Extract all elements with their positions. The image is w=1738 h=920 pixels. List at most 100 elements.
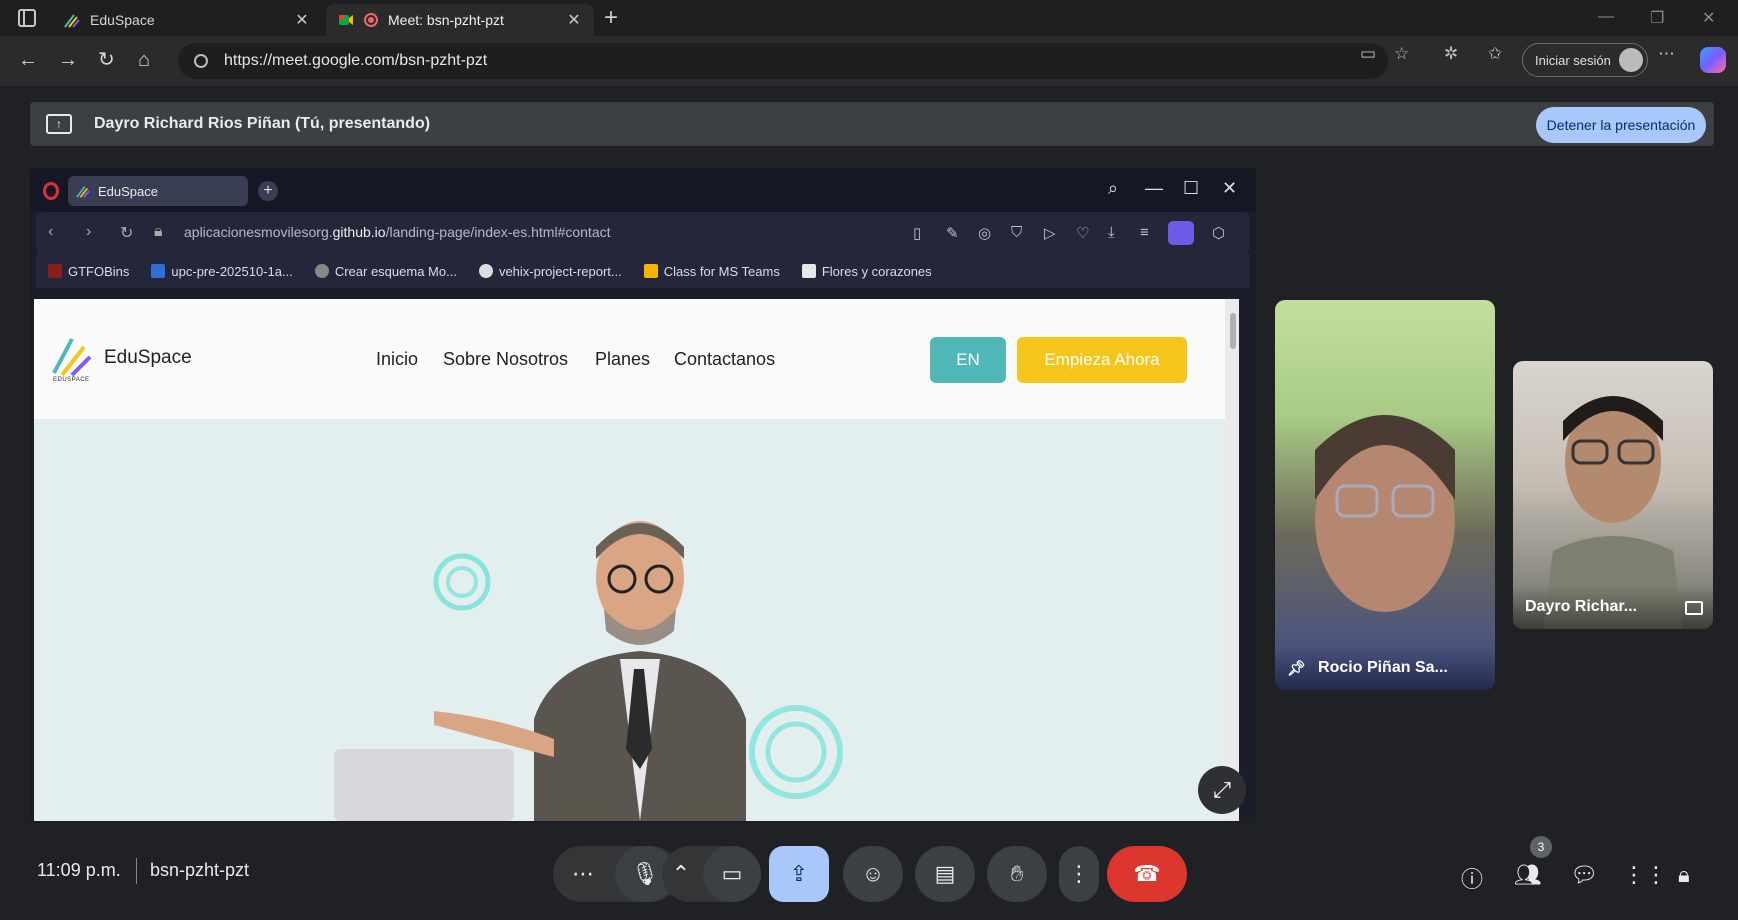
scroll-thumb xyxy=(1230,313,1236,349)
site-header: EDUSPACE EduSpace Inicio Sobre Nosotros … xyxy=(34,299,1239,419)
picture-in-picture-icon[interactable] xyxy=(1685,601,1703,615)
people-icon[interactable]: 👥︎ xyxy=(1514,862,1542,888)
favorites-icon[interactable]: ✩ xyxy=(1488,44,1502,64)
close-window-icon[interactable]: ✕ xyxy=(1702,8,1715,28)
divider xyxy=(136,858,137,884)
url-field[interactable]: https://meet.google.com/bsn-pzht-pzt xyxy=(178,43,1388,79)
bookmark-item: Crear esquema Mo... xyxy=(314,264,457,279)
bookmark-item: upc-pre-202510-1a... xyxy=(151,264,293,279)
tab-title: EduSpace xyxy=(90,12,155,28)
participant-count-badge: 3 xyxy=(1530,836,1552,858)
participant-tile[interactable]: 📌︎ Rocio Piñan Sa... xyxy=(1275,300,1495,690)
opera-search-icon: ⌕ xyxy=(1108,178,1119,198)
copilot-icon[interactable] xyxy=(1700,47,1726,73)
bookmark-item: Class for MS Teams xyxy=(643,264,780,279)
reactions-icon[interactable]: ☺ xyxy=(843,846,903,902)
site-nav-inicio: Inicio xyxy=(376,349,419,369)
opera-extensions-icon: ⬡ xyxy=(1212,225,1226,242)
camera-in-use-icon[interactable]: ▭ xyxy=(1360,44,1376,64)
bookmark-item: GTFOBins xyxy=(48,264,129,279)
participant-video xyxy=(1315,415,1455,612)
sidebar-toggle-icon[interactable] xyxy=(18,9,36,27)
audio-options-icon[interactable]: ⋯ xyxy=(553,846,613,902)
hang-up-button[interactable]: ☎︎ xyxy=(1107,846,1187,902)
folder-icon xyxy=(643,264,658,278)
send-icon: ▷ xyxy=(1044,225,1056,242)
page-scrollbar xyxy=(1225,299,1239,821)
eduspace-logo-icon xyxy=(52,338,92,377)
gtfobins-icon xyxy=(48,264,62,278)
present-screen-icon: ↑ xyxy=(46,114,72,134)
more-options-icon[interactable]: ⋮ xyxy=(1059,846,1099,902)
new-tab-icon[interactable]: + xyxy=(604,4,618,32)
favorite-star-icon[interactable]: ☆ xyxy=(1394,44,1409,64)
back-icon[interactable]: ← xyxy=(18,48,38,72)
meeting-controls-bar: 11:09 p.m. bsn-pzht-pzt ⋯ 🎙︎ ⌃ ▭ ⇪ ☺ ▤ ✋… xyxy=(0,832,1738,920)
more-menu-icon[interactable]: ⋯ xyxy=(1658,44,1675,64)
pin-icon[interactable]: 📌︎ xyxy=(1287,659,1306,677)
openai-icon xyxy=(314,264,329,278)
stop-presenting-button[interactable]: Detener la presentación xyxy=(1536,107,1706,143)
opera-url-text: aplicacionesmovilesorg.github.io/landing… xyxy=(184,224,611,240)
chat-icon[interactable]: 💬︎ xyxy=(1570,862,1598,888)
download-icon: ⤓ xyxy=(1108,224,1115,241)
fullscreen-expand-icon[interactable]: ⤢ xyxy=(1198,766,1246,814)
upc-icon xyxy=(151,264,166,278)
meeting-code: bsn-pzht-pzt xyxy=(150,860,250,880)
snapshot-icon: ◎ xyxy=(978,225,992,242)
github-icon xyxy=(478,264,493,278)
opera-address-bar: ‹ › ↻ 🔒︎ aplicacionesmovilesorg.github.i… xyxy=(36,212,1250,254)
chevron-up-icon[interactable]: ⌃ xyxy=(658,846,704,902)
extensions-icon[interactable]: ✲ xyxy=(1444,44,1458,64)
site-brand: EduSpace xyxy=(104,347,192,368)
opera-back-icon: ‹ xyxy=(48,223,54,240)
start-now-button: Empieza Ahora xyxy=(1017,337,1187,383)
participant-name-bar: 📌︎ Rocio Piñan Sa... xyxy=(1275,646,1495,690)
site-nav-planes: Planes xyxy=(595,349,651,369)
captions-icon[interactable]: ▤ xyxy=(915,846,975,902)
camera-icon[interactable]: ▭ xyxy=(703,846,761,902)
logo-caption: EDUSPACE xyxy=(53,377,90,383)
opera-logo-icon xyxy=(43,182,59,200)
minimize-icon[interactable]: — xyxy=(1598,8,1614,26)
opera-tab-title: EduSpace xyxy=(98,183,158,199)
edit-icon: ✎ xyxy=(946,225,959,242)
eduspace-favicon-icon xyxy=(64,14,80,28)
participant-tile-self[interactable]: Dayro Richar... xyxy=(1513,361,1713,629)
opera-new-tab-icon: + xyxy=(258,181,278,201)
signin-button[interactable]: Iniciar sesión xyxy=(1522,43,1648,77)
tab-meet[interactable]: Meet: bsn-pzht-pzt ✕ xyxy=(326,4,594,36)
bookmarks-bar: GTFOBins upc-pre-202510-1a... Crear esqu… xyxy=(36,254,1250,288)
host-controls-icon[interactable]: 🔒︎ xyxy=(1678,862,1690,888)
meeting-time: 11:09 p.m. xyxy=(37,860,121,880)
address-bar-row: ← → ↻ ⌂ https://meet.google.com/bsn-pzht… xyxy=(0,36,1738,86)
raise-hand-icon[interactable]: ✋︎ xyxy=(987,846,1047,902)
browser-tab-bar: EduSpace ✕ Meet: bsn-pzht-pzt ✕ + — ❐ ✕ xyxy=(0,0,1738,36)
maximize-icon[interactable]: ❐ xyxy=(1650,8,1664,28)
opera-reload-icon: ↻ xyxy=(120,225,134,242)
opera-tab-bar: EduSpace + ⌕ — ☐ ✕ xyxy=(30,168,1256,212)
presenting-banner: ↑ Dayro Richard Rios Piñan (Tú, presenta… xyxy=(30,102,1714,146)
opera-maximize-icon: ☐ xyxy=(1183,178,1200,198)
home-icon[interactable]: ⌂ xyxy=(138,48,150,72)
eduspace-favicon-icon xyxy=(76,186,90,198)
easy-setup-icon: ≡ xyxy=(1140,224,1149,241)
reader-icon: ▯ xyxy=(913,225,922,242)
present-screen-button[interactable]: ⇪ xyxy=(769,846,829,902)
close-tab-icon[interactable]: ✕ xyxy=(566,10,582,30)
activities-icon[interactable]: ⋮⋮ xyxy=(1623,862,1667,888)
reload-icon[interactable]: ↻ xyxy=(98,48,115,72)
meeting-info-icon[interactable]: ⓘ xyxy=(1461,862,1483,894)
opera-lock-icon: 🔒︎ xyxy=(154,223,163,240)
forward-icon[interactable]: → xyxy=(58,48,78,72)
tab-eduspace[interactable]: EduSpace ✕ xyxy=(52,4,322,36)
site-info-icon[interactable] xyxy=(194,54,208,68)
hero-illustration xyxy=(334,521,843,821)
signin-label: Iniciar sesión xyxy=(1535,52,1611,68)
vpn-shield-icon: ⛉ xyxy=(1011,224,1023,241)
heart-icon: ♡ xyxy=(1076,225,1090,242)
presenter-label: Dayro Richard Rios Piñan (Tú, presentand… xyxy=(94,115,431,132)
shared-screen: EduSpace + ⌕ — ☐ ✕ ‹ › ↻ 🔒︎ aplicaciones… xyxy=(30,168,1256,823)
close-tab-icon[interactable]: ✕ xyxy=(294,10,310,30)
opera-minimize-icon: — xyxy=(1145,178,1163,198)
